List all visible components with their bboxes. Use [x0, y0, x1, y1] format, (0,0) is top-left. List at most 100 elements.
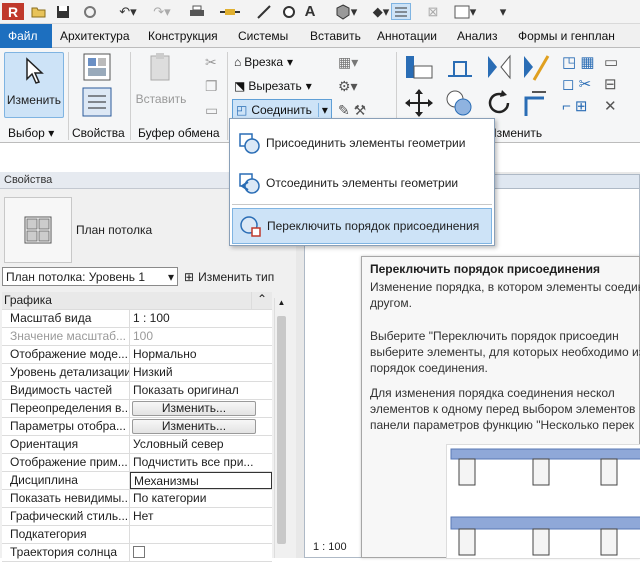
property-value[interactable]: 100	[130, 328, 272, 345]
cut-clipboard-icon[interactable]: ✂	[205, 54, 217, 71]
property-name: Подкатегория	[2, 526, 130, 543]
join-dropdown-menu: Присоединить элементы геометрии Отсоедин…	[229, 118, 495, 246]
tooltip-title: Переключить порядок присоединения	[370, 262, 601, 276]
property-value[interactable]: По категории	[130, 490, 272, 507]
property-row[interactable]: Отображение прим... Подчистить все при...	[2, 454, 272, 472]
view-selector-dropdown[interactable]: План потолка: Уровень 1 ▾	[2, 267, 178, 286]
customize-qat-icon[interactable]: ▾	[496, 3, 510, 20]
tab-structure[interactable]: Конструкция	[148, 24, 218, 48]
paste-button[interactable]: Вставить	[136, 52, 186, 122]
redo-icon[interactable]: ↷▾	[150, 3, 174, 20]
select-group-label[interactable]: Выбор ▾	[8, 124, 54, 142]
property-row[interactable]: Переопределения в... Изменить...	[2, 400, 272, 418]
property-row[interactable]: Показать невидимы... По категории	[2, 490, 272, 508]
property-value[interactable]: Показать оригинал	[130, 382, 272, 399]
align-icon[interactable]	[404, 54, 434, 83]
menu-item-switch-join-order[interactable]: Переключить порядок присоединения	[232, 208, 492, 244]
dimension-icon[interactable]	[255, 3, 273, 20]
array-scale-icons[interactable]: ▭ ⊟ ✕	[604, 52, 618, 118]
edit-type-button[interactable]: ⊞ Изменить тип	[184, 267, 274, 286]
tab-analyze[interactable]: Анализ	[457, 24, 498, 48]
geometry-tool-icon[interactable]: ▦▾	[338, 54, 358, 71]
tab-massing-site[interactable]: Формы и генплан	[518, 24, 615, 48]
property-value[interactable]: Нет	[130, 508, 272, 525]
property-row[interactable]: Видимость частей Показать оригинал	[2, 382, 272, 400]
measure-icon[interactable]	[218, 3, 244, 20]
property-name: Уровень детализации	[2, 364, 130, 381]
sun-path-checkbox[interactable]	[133, 546, 145, 558]
edit-property-button[interactable]: Изменить...	[132, 401, 256, 416]
property-value[interactable]: Подчистить все при...	[130, 454, 272, 471]
type-name: План потолка	[76, 223, 153, 237]
thin-lines-icon[interactable]	[391, 3, 411, 20]
mirror-axis-icon[interactable]	[484, 52, 514, 85]
wall-joins-icon[interactable]: ⚙▾	[338, 78, 358, 95]
tab-annotate[interactable]: Аннотации	[377, 24, 437, 48]
property-row[interactable]: Графический стиль... Нет	[2, 508, 272, 526]
property-row[interactable]: Дисциплина Механизмы	[2, 472, 272, 490]
text-icon[interactable]: A	[303, 3, 317, 20]
3d-view-icon[interactable]: ▾	[333, 3, 359, 20]
mirror-draw-icon[interactable]	[520, 52, 550, 85]
property-name: Масштаб вида	[2, 310, 130, 327]
menu-item-unjoin-geometry[interactable]: Отсоединить элементы геометрии	[232, 165, 492, 201]
tab-file[interactable]: Файл	[0, 24, 52, 48]
category-graphics[interactable]: Графика ⌃	[2, 292, 272, 310]
property-row[interactable]: Подкатегория	[2, 526, 272, 544]
collapse-icon: ⌃	[256, 292, 268, 306]
property-row[interactable]: Параметры отобра... Изменить...	[2, 418, 272, 436]
menu-item-join-geometry[interactable]: Присоединить элементы геометрии	[232, 125, 492, 161]
clipboard-group-label: Буфер обмена	[138, 126, 220, 140]
type-preview-icon	[4, 197, 72, 263]
properties-icon	[82, 53, 112, 117]
rotate-icon[interactable]	[484, 88, 514, 121]
join-geometry-icon	[232, 132, 266, 154]
close-hidden-icon[interactable]: ⊠	[424, 3, 442, 20]
split-tools-icons[interactable]: ◳ ▦ ◻ ✂ ⌐ ⊞	[562, 52, 595, 118]
property-value[interactable]: 1 : 100	[130, 310, 272, 327]
revit-logo-icon[interactable]: R	[2, 3, 24, 20]
offset-icon[interactable]	[444, 54, 476, 83]
property-value: Изменить...	[130, 400, 272, 417]
paste-icon	[150, 53, 170, 81]
tag-icon[interactable]	[280, 3, 298, 20]
property-value[interactable]: Условный север	[130, 436, 272, 453]
paint-icon[interactable]: ✎ ⚒	[338, 102, 366, 119]
properties-button[interactable]	[78, 52, 116, 122]
switch-windows-icon[interactable]: ▾	[452, 3, 478, 20]
property-name: Дисциплина	[2, 472, 130, 489]
undo-icon[interactable]: ↶▾	[116, 3, 140, 20]
property-row[interactable]: Значение масштаб... 100	[2, 328, 272, 346]
join-icon: ◰	[236, 103, 248, 117]
move-icon[interactable]	[404, 88, 434, 121]
modify-group-label: Изменить	[488, 126, 543, 140]
property-row[interactable]: Уровень детализации Низкий	[2, 364, 272, 382]
property-value[interactable]: Механизмы	[130, 472, 272, 489]
tab-systems[interactable]: Системы	[238, 24, 288, 48]
print-icon[interactable]	[188, 3, 206, 20]
tab-insert[interactable]: Вставить	[310, 24, 361, 48]
trim-extend-icon[interactable]	[520, 88, 550, 121]
property-row[interactable]: Отображение моде... Нормально	[2, 346, 272, 364]
switch-join-order-icon	[233, 214, 267, 238]
property-row[interactable]: Масштаб вида 1 : 100	[2, 310, 272, 328]
properties-scrollbar[interactable]: ▲	[274, 298, 288, 558]
match-properties-icon[interactable]: ▭	[205, 102, 218, 119]
property-value[interactable]: Нормально	[130, 346, 272, 363]
property-value[interactable]	[130, 526, 272, 543]
sync-icon[interactable]	[80, 3, 100, 20]
property-name: Графический стиль...	[2, 508, 130, 525]
open-icon[interactable]	[30, 3, 46, 20]
property-value[interactable]: Низкий	[130, 364, 272, 381]
property-row[interactable]: Траектория солнца	[2, 544, 272, 562]
copy-element-icon[interactable]	[444, 88, 474, 121]
cut-geometry-button[interactable]: ⬔ Вырезать ▾	[234, 76, 312, 96]
property-row[interactable]: Ориентация Условный север	[2, 436, 272, 454]
modify-button[interactable]: Изменить	[4, 52, 64, 118]
tab-architecture[interactable]: Архитектура	[60, 24, 130, 48]
copy-icon[interactable]: ❐	[205, 78, 218, 95]
cope-button[interactable]: ⌂ Врезка ▾	[234, 52, 293, 72]
edit-property-button[interactable]: Изменить...	[132, 419, 256, 434]
scrollbar-thumb	[277, 316, 286, 544]
save-icon[interactable]	[55, 3, 71, 20]
